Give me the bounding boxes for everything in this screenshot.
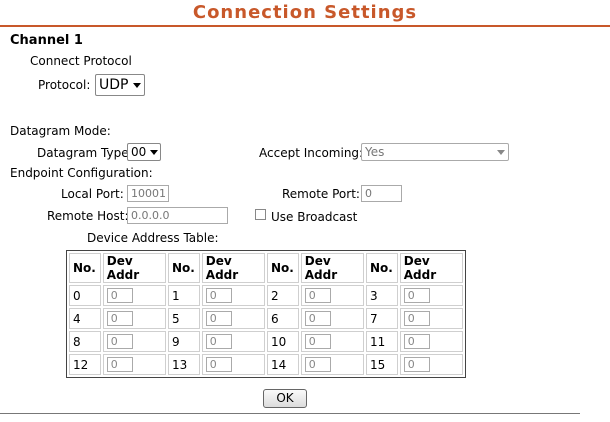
device-address-cell: 0 <box>201 285 265 306</box>
device-number: 3 <box>365 285 398 306</box>
device-address-input[interactable]: 0 <box>205 311 232 326</box>
title-divider <box>0 25 610 27</box>
device-address-cell: 0 <box>300 285 364 306</box>
device-address-input[interactable]: 0 <box>106 357 133 372</box>
device-number: 12 <box>69 354 101 375</box>
column-header: Dev Addr <box>102 253 166 283</box>
device-address-input[interactable]: 0 <box>106 311 133 326</box>
chevron-down-icon <box>150 149 159 155</box>
remote-port-label: Remote Port: <box>282 187 360 201</box>
use-broadcast-checkbox[interactable] <box>255 209 266 220</box>
column-header: No. <box>365 253 398 283</box>
accept-incoming-value: Yes <box>365 145 385 159</box>
channel-title: Channel 1 <box>10 33 83 48</box>
device-number: 2 <box>266 285 299 306</box>
device-number: 13 <box>167 354 200 375</box>
remote-port-input[interactable] <box>361 185 402 202</box>
chevron-down-icon <box>133 82 141 88</box>
table-row: 4 0 5 0 6 0 7 0 <box>69 308 463 329</box>
use-broadcast-label: Use Broadcast <box>271 210 358 224</box>
remote-host-label: Remote Host: <box>47 209 129 223</box>
chevron-down-icon <box>497 149 505 155</box>
column-header: Dev Addr <box>399 253 463 283</box>
device-number: 1 <box>167 285 200 306</box>
column-header: Dev Addr <box>201 253 265 283</box>
device-address-cell: 0 <box>201 354 265 375</box>
device-address-cell: 0 <box>300 354 364 375</box>
device-address-cell: 0 <box>102 331 166 352</box>
device-address-cell: 0 <box>300 331 364 352</box>
device-number: 0 <box>69 285 101 306</box>
endpoint-config-heading: Endpoint Configuration: <box>10 166 153 180</box>
device-address-input[interactable]: 0 <box>304 357 331 372</box>
column-header: No. <box>167 253 200 283</box>
accept-incoming-select[interactable]: Yes <box>361 143 509 161</box>
device-number: 14 <box>266 354 299 375</box>
table-row: 0 0 1 0 2 0 3 0 <box>69 285 463 306</box>
device-address-cell: 0 <box>201 308 265 329</box>
column-header: No. <box>69 253 101 283</box>
device-number: 6 <box>266 308 299 329</box>
column-header: No. <box>266 253 299 283</box>
device-address-input[interactable]: 0 <box>403 357 430 372</box>
device-address-input[interactable]: 0 <box>403 334 430 349</box>
device-address-input[interactable]: 0 <box>304 288 331 303</box>
table-header-row: No. Dev Addr No. Dev Addr No. Dev Addr N… <box>69 253 463 283</box>
device-address-input[interactable]: 0 <box>304 334 331 349</box>
device-address-cell: 0 <box>102 354 166 375</box>
device-address-input[interactable]: 0 <box>205 357 232 372</box>
device-number: 11 <box>365 331 398 352</box>
device-address-input[interactable]: 0 <box>106 288 133 303</box>
device-address-input[interactable]: 0 <box>205 334 232 349</box>
device-address-cell: 0 <box>399 354 463 375</box>
accept-incoming-label: Accept Incoming: <box>259 146 364 160</box>
device-address-cell: 0 <box>102 308 166 329</box>
device-address-input[interactable]: 0 <box>403 288 430 303</box>
device-number: 5 <box>167 308 200 329</box>
device-address-cell: 0 <box>399 285 463 306</box>
remote-host-input[interactable] <box>127 207 228 224</box>
device-address-cell: 0 <box>300 308 364 329</box>
table-row: 8 0 9 0 10 0 11 0 <box>69 331 463 352</box>
protocol-select-value: UDP <box>99 77 129 93</box>
device-number: 8 <box>69 331 101 352</box>
protocol-label: Protocol: <box>38 78 91 92</box>
device-address-cell: 0 <box>102 285 166 306</box>
local-port-input[interactable] <box>127 185 169 202</box>
protocol-select[interactable]: UDP <box>95 74 145 96</box>
datagram-type-value: 00 <box>131 145 147 159</box>
device-table-heading: Device Address Table: <box>87 231 219 245</box>
datagram-type-select[interactable]: 00 <box>127 143 161 161</box>
datagram-type-label: Datagram Type: <box>37 146 133 160</box>
device-address-input[interactable]: 0 <box>106 334 133 349</box>
device-address-input[interactable]: 0 <box>304 311 331 326</box>
device-address-input[interactable]: 0 <box>403 311 430 326</box>
device-address-table: No. Dev Addr No. Dev Addr No. Dev Addr N… <box>66 250 466 378</box>
ok-button[interactable]: OK <box>263 389 307 408</box>
device-number: 15 <box>365 354 398 375</box>
page-title: Connection Settings <box>192 2 418 23</box>
device-number: 4 <box>69 308 101 329</box>
datagram-mode-heading: Datagram Mode: <box>10 124 111 138</box>
device-address-cell: 0 <box>399 308 463 329</box>
bottom-divider <box>0 413 580 414</box>
device-address-input[interactable]: 0 <box>205 288 232 303</box>
device-number: 7 <box>365 308 398 329</box>
device-address-cell: 0 <box>399 331 463 352</box>
connect-protocol-heading: Connect Protocol <box>30 54 132 68</box>
table-row: 12 0 13 0 14 0 15 0 <box>69 354 463 375</box>
device-number: 9 <box>167 331 200 352</box>
local-port-label: Local Port: <box>61 187 124 201</box>
column-header: Dev Addr <box>300 253 364 283</box>
device-number: 10 <box>266 331 299 352</box>
device-address-cell: 0 <box>201 331 265 352</box>
